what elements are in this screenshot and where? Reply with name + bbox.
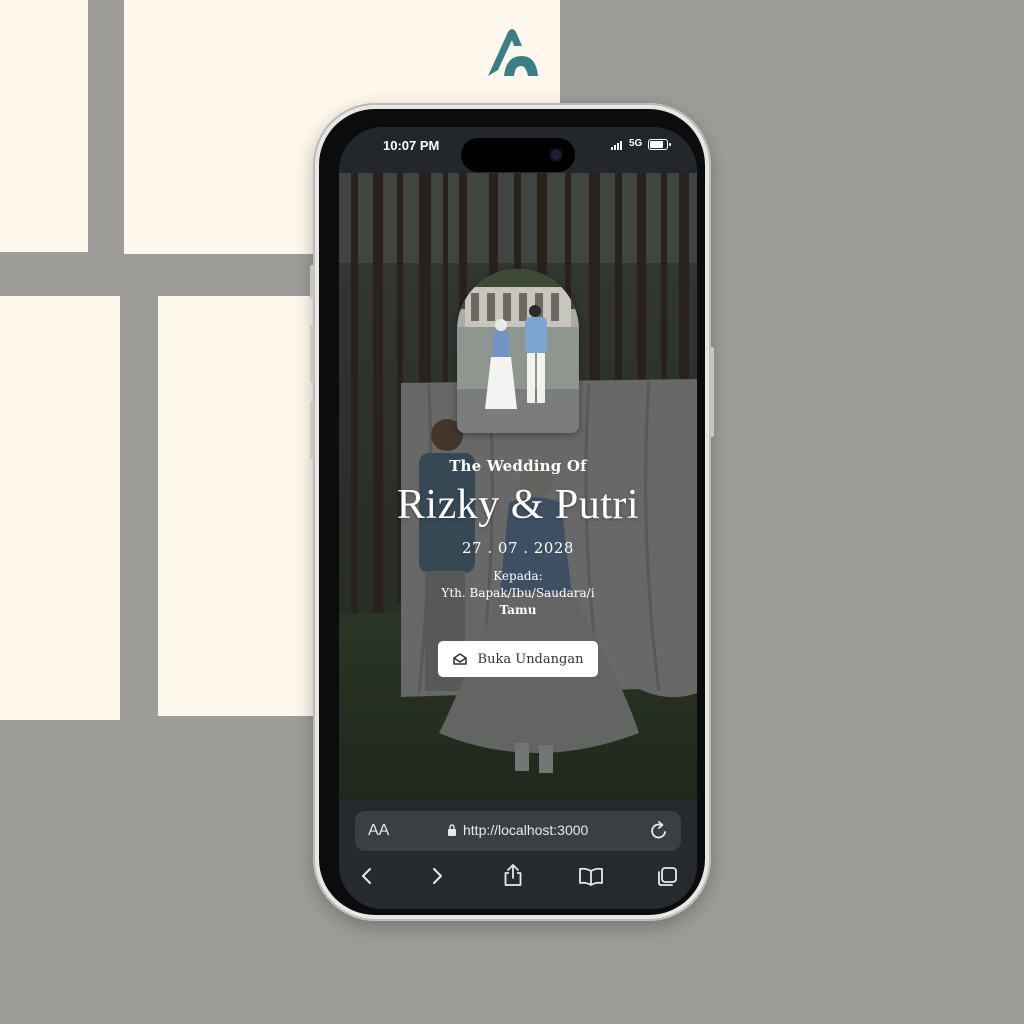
phone-volume-button — [310, 325, 314, 383]
open-invitation-label: Buka Undangan — [477, 651, 584, 667]
tabs-icon[interactable] — [655, 861, 681, 891]
invitation-text: The Wedding Of Rizky & Putri 27 . 07 . 2… — [339, 457, 697, 677]
window-light-patch — [0, 0, 88, 252]
book-icon[interactable] — [577, 861, 605, 891]
url-text: http://localhost:3000 — [463, 822, 589, 838]
camera-icon — [549, 148, 563, 162]
recipient-salutation: Yth. Bapak/Ibu/Saudara/i — [441, 586, 595, 600]
couple-names: Rizky & Putri — [396, 482, 640, 528]
text-size-button[interactable]: AA — [368, 822, 389, 840]
couple-arch-photo — [457, 269, 579, 433]
reload-icon[interactable] — [649, 820, 669, 842]
browser-toolbar — [339, 861, 697, 901]
status-bar: 10:07 PM 5G — [339, 127, 697, 173]
wedding-subtitle: The Wedding Of — [449, 457, 587, 475]
phone-bezel: 10:07 PM 5G The Wedding Of Rizky & Putri… — [319, 109, 705, 915]
window-light-patch — [0, 296, 120, 720]
phone-power-button — [710, 347, 714, 437]
url-display[interactable]: http://localhost:3000 — [447, 822, 588, 838]
chevron-right-icon[interactable] — [427, 861, 447, 891]
guest-name: Tamu — [499, 603, 537, 617]
chevron-left-icon[interactable] — [357, 861, 377, 891]
lock-icon — [448, 824, 456, 836]
network-label: 5G — [629, 138, 643, 149]
envelope-open-icon — [452, 653, 467, 665]
window-light-patch — [158, 296, 318, 716]
invitation-cover: The Wedding Of Rizky & Putri 27 . 07 . 2… — [339, 173, 697, 801]
phone-mockup: 10:07 PM 5G The Wedding Of Rizky & Putri… — [310, 103, 714, 921]
phone-screen: 10:07 PM 5G The Wedding Of Rizky & Putri… — [339, 127, 697, 909]
recipient-label: Kepada: — [493, 569, 543, 583]
status-time: 10:07 PM — [383, 138, 440, 153]
open-invitation-button[interactable]: Buka Undangan — [437, 641, 599, 677]
brand-logo-icon — [488, 29, 538, 76]
signal-icon — [611, 141, 622, 150]
dynamic-island — [461, 138, 575, 172]
phone-side-button — [310, 265, 314, 299]
share-icon[interactable] — [501, 861, 525, 891]
wedding-date: 27 . 07 . 2028 — [462, 539, 574, 557]
phone-volume-button — [310, 401, 314, 459]
browser-chrome: AA http://localhost:3000 — [339, 801, 697, 909]
address-bar[interactable]: AA http://localhost:3000 — [355, 811, 681, 851]
battery-icon — [648, 139, 671, 150]
